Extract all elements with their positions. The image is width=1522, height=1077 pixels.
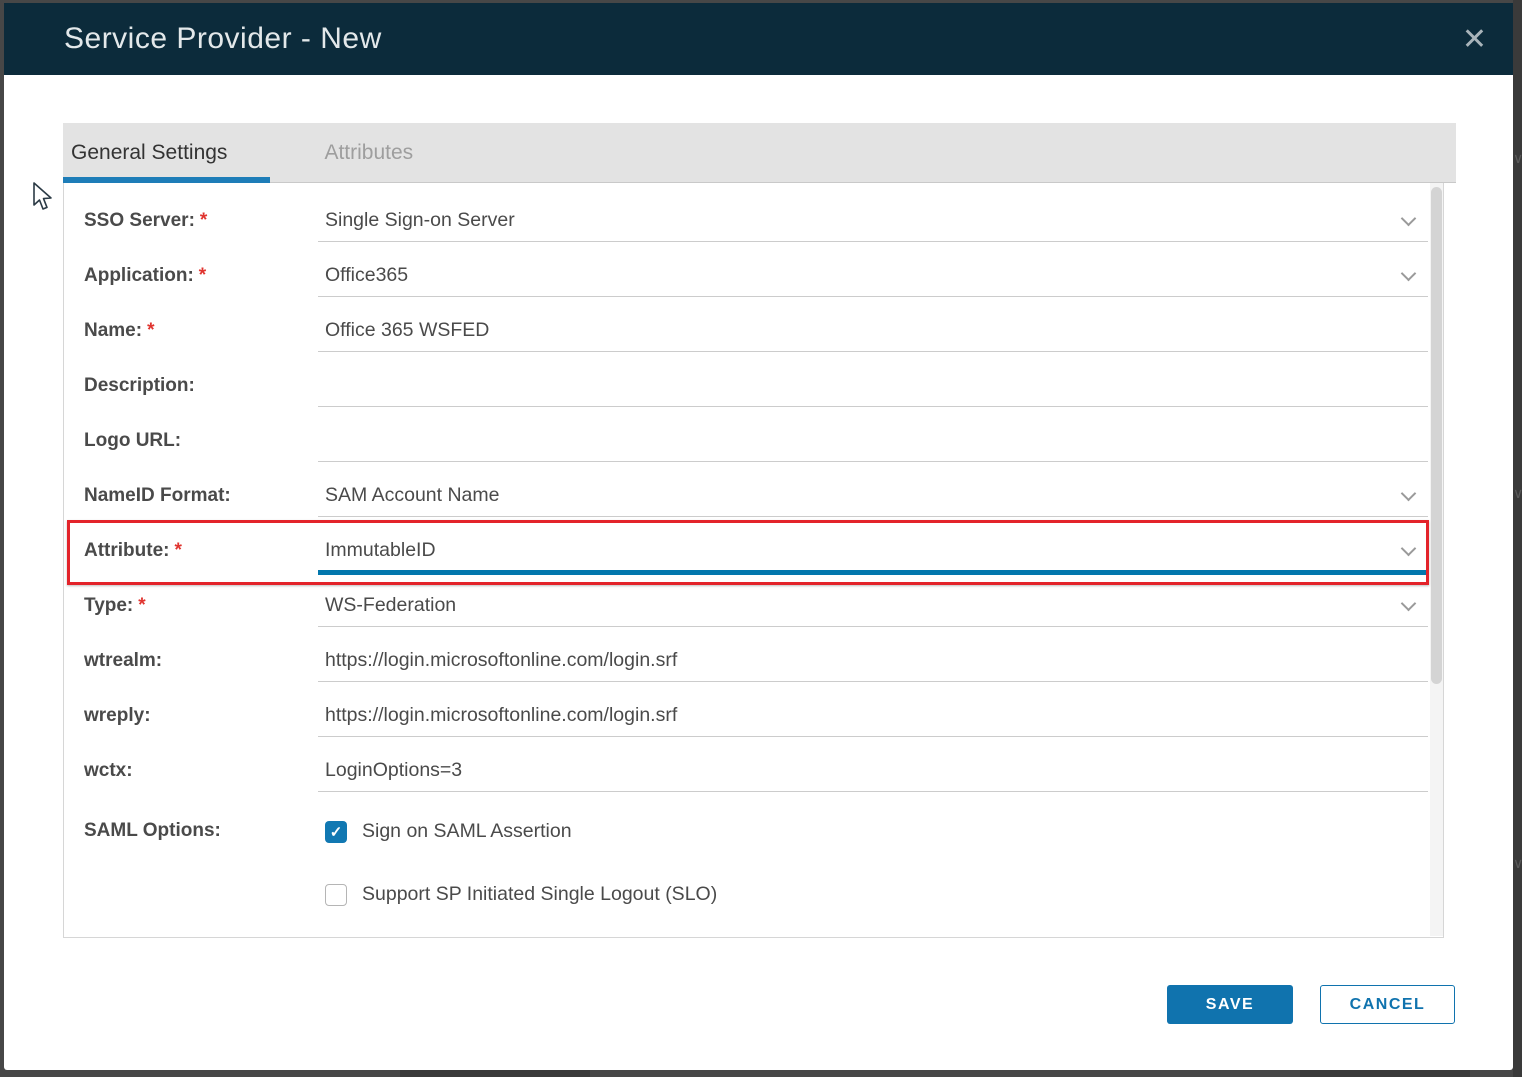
saml-options-label: SAML Options: (84, 820, 318, 842)
form-row-wtrealm: wtrealm:https://login.microsoftonline.co… (84, 633, 1443, 688)
form-row-type: Type:*WS-Federation (84, 578, 1443, 633)
type-value: WS-Federation (318, 594, 456, 617)
logo-url-label: Logo URL: (84, 430, 318, 452)
form-row-sso-server: SSO Server:*Single Sign-on Server (84, 193, 1443, 248)
dialog-header: Service Provider - New ✕ (4, 3, 1513, 75)
saml-options-options: ✓ Sign on SAML Assertion Support SP Initia… (318, 820, 717, 946)
wtrealm-input[interactable]: https://login.microsoftonline.com/login.… (318, 640, 1428, 682)
form-row-saml-options: SAML Options: ✓ Sign on SAML Assertion Supp… (84, 798, 1443, 928)
saml-options-option-0: ✓ Sign on SAML Assertion (318, 820, 717, 843)
chevron-down-icon (1401, 540, 1417, 556)
sso-server-value: Single Sign-on Server (318, 209, 515, 232)
form-row-application: Application:*Office365 (84, 248, 1443, 303)
dialog-title: Service Provider - New (4, 3, 1513, 75)
wreply-label: wreply: (84, 705, 318, 727)
description-label: Description: (84, 375, 318, 397)
saml-options-option-1: Support SP Initiated Single Logout (SLO) (318, 883, 717, 906)
name-label: Name:* (84, 320, 318, 342)
form-row-name: Name:*Office 365 WSFED (84, 303, 1443, 358)
nameid-format-value: SAM Account Name (318, 484, 500, 507)
required-asterisk: * (199, 265, 206, 286)
attribute-select[interactable]: ImmutableID (318, 530, 1428, 572)
wtrealm-label: wtrealm: (84, 650, 318, 672)
attribute-value: ImmutableID (318, 539, 436, 562)
wreply-input[interactable]: https://login.microsoftonline.com/login.… (318, 695, 1428, 737)
sso-server-label: SSO Server:* (84, 210, 318, 232)
chevron-down-icon (1401, 485, 1417, 501)
wctx-label: wctx: (84, 760, 318, 782)
form-scrollbar-track[interactable] (1430, 183, 1443, 936)
logo-url-input[interactable] (318, 420, 1428, 462)
form-rows: SSO Server:*Single Sign-on ServerApplica… (64, 183, 1443, 928)
form-row-description: Description: (84, 358, 1443, 413)
type-label: Type:* (84, 595, 318, 617)
wtrealm-value: https://login.microsoftonline.com/login.… (318, 649, 677, 672)
required-asterisk: * (147, 320, 154, 341)
description-input[interactable] (318, 365, 1428, 407)
nameid-format-label: NameID Format: (84, 485, 318, 507)
tab-attributes[interactable]: Attributes (324, 123, 413, 183)
wctx-input[interactable]: LoginOptions=3 (318, 750, 1428, 792)
attribute-label: Attribute:* (84, 540, 318, 562)
background-text-smudge (1300, 1070, 1470, 1077)
form-row-nameid-format: NameID Format:SAM Account Name (84, 468, 1443, 523)
chevron-down-icon (1401, 595, 1417, 611)
application-label: Application:* (84, 265, 318, 287)
nameid-format-select[interactable]: SAM Account Name (318, 475, 1428, 517)
background-text-smudge (400, 1070, 590, 1077)
checkbox-option-label: Sign on SAML Assertion (362, 820, 572, 843)
cancel-button[interactable]: CANCEL (1320, 985, 1455, 1024)
checkbox-checked-icon[interactable]: ✓ (325, 821, 347, 843)
save-button[interactable]: SAVE (1167, 985, 1293, 1024)
checkbox-unchecked-icon[interactable] (325, 884, 347, 906)
chevron-down-icon (1401, 210, 1417, 226)
background-chevron-icon: ∨ (1513, 485, 1522, 502)
tab-bar: General Settings Attributes (63, 123, 1456, 183)
required-asterisk: * (138, 595, 145, 616)
background-chevron-icon: ∨ (1513, 855, 1522, 872)
mouse-cursor-icon (30, 181, 54, 213)
form-row-wreply: wreply:https://login.microsoftonline.com… (84, 688, 1443, 743)
checkbox-option-label: Support SP Initiated Single Logout (SLO) (362, 883, 717, 906)
close-icon[interactable]: ✕ (1462, 3, 1487, 75)
form-row-attribute: Attribute:*ImmutableID (84, 523, 1443, 578)
name-input[interactable]: Office 365 WSFED (318, 310, 1428, 352)
form-row-logo-url: Logo URL: (84, 413, 1443, 468)
form-scrollbar-thumb[interactable] (1431, 187, 1442, 684)
name-value: Office 365 WSFED (318, 319, 489, 342)
application-select[interactable]: Office365 (318, 255, 1428, 297)
type-select[interactable]: WS-Federation (318, 585, 1428, 627)
background-chevron-icon: ∨ (1513, 150, 1522, 167)
background-right-strip: ∨ ∨ ∨ (1513, 0, 1522, 1077)
tab-general-settings[interactable]: General Settings (63, 123, 270, 183)
wctx-value: LoginOptions=3 (318, 759, 462, 782)
required-asterisk: * (200, 210, 207, 231)
wreply-value: https://login.microsoftonline.com/login.… (318, 704, 677, 727)
chevron-down-icon (1401, 265, 1417, 281)
required-asterisk: * (174, 540, 181, 561)
form-row-wctx: wctx:LoginOptions=3 (84, 743, 1443, 798)
sso-server-select[interactable]: Single Sign-on Server (318, 200, 1428, 242)
service-provider-dialog: Service Provider - New ✕ General Setting… (4, 3, 1513, 1070)
general-settings-form: SSO Server:*Single Sign-on ServerApplica… (63, 183, 1444, 938)
application-value: Office365 (318, 264, 408, 287)
